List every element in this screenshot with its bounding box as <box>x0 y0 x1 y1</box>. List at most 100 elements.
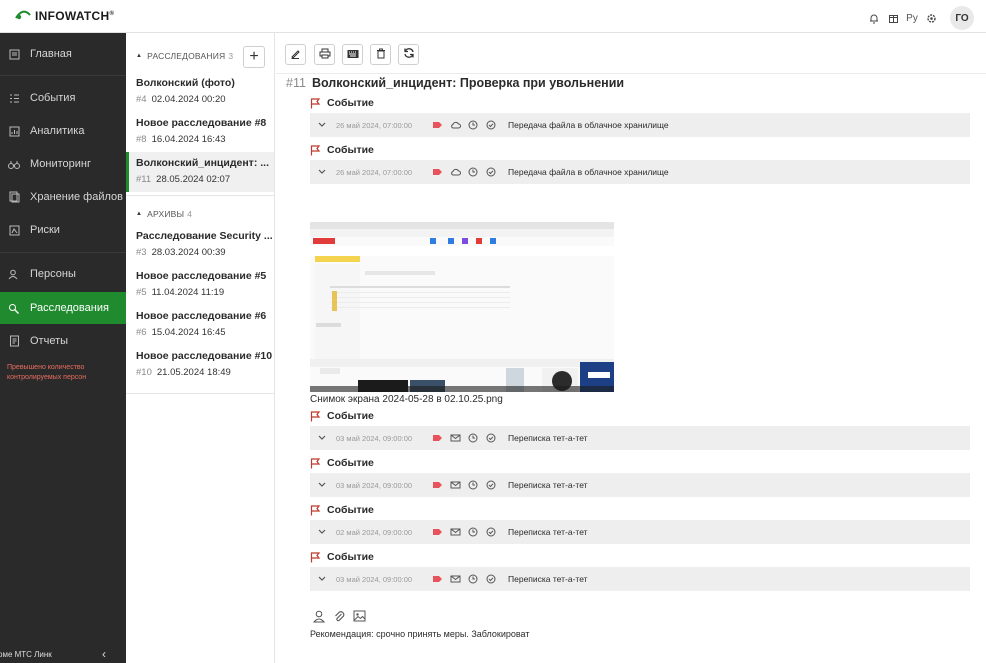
chevron-down-icon[interactable] <box>318 576 330 582</box>
check-circle-icon <box>482 572 500 586</box>
persons-limit-warning: Превышено количество контролируемых перс… <box>7 364 87 381</box>
collapse-triangle-icon: ▲ <box>136 211 143 217</box>
event-description: Переписка тет-а-тет <box>508 527 588 537</box>
event-row[interactable]: 03 май 2024, 09:00:00 Переписка тет-а-те… <box>310 473 970 497</box>
event-label: Событие <box>327 551 374 563</box>
event-date: 03 май 2024, 09:00:00 <box>336 480 413 490</box>
print-icon <box>319 46 331 64</box>
sidebar-item-investigations[interactable]: Расследования <box>0 292 126 324</box>
event-row[interactable]: 03 май 2024, 09:00:00 Переписка тет-а-те… <box>310 567 970 591</box>
mention-user-icon[interactable] <box>310 607 328 625</box>
investigation-title: Волконский (фото) <box>136 77 235 89</box>
section-title: РАССЛЕДОВАНИЯ <box>147 51 226 61</box>
event-heading: Событие <box>310 457 374 469</box>
detail-toolbar <box>276 33 986 74</box>
sidebar-item-home[interactable]: Главная <box>0 38 126 70</box>
investigation-date: 28.03.2024 00:39 <box>151 247 226 258</box>
comment-input[interactable]: Рекомендация: срочно принять меры. Забло… <box>310 629 529 639</box>
investigation-date: 11.04.2024 11:19 <box>151 287 225 298</box>
investigation-item-selected[interactable]: Волконский_инцидент: ... #11 28.05.2024 0… <box>126 152 274 192</box>
sidebar-item-risks[interactable]: Риски <box>0 214 126 246</box>
infowatch-logo[interactable]: INFOWATCH® <box>14 9 114 23</box>
attachment-caption[interactable]: Снимок экрана 2024-05-28 в 02.10.25.png <box>310 394 503 405</box>
archive-item[interactable]: Новое расследование #6 #6 15.04.2024 16:4… <box>126 305 274 345</box>
event-heading: Событие <box>310 504 374 516</box>
refresh-button[interactable] <box>398 44 419 65</box>
event-row[interactable]: 26 май 2024, 07:00:00 Передача файла в о… <box>310 160 970 184</box>
binoculars-icon <box>8 158 20 170</box>
investigation-date: 21.05.2024 18:49 <box>156 367 231 378</box>
cloud-icon <box>446 118 464 132</box>
event-date: 26 май 2024, 07:00:00 <box>336 120 413 130</box>
sidebar-item-label: Отчеты <box>30 335 69 347</box>
language-toggle[interactable]: Ру <box>903 8 921 28</box>
sidebar-item-label: Хранение файлов <box>30 191 123 203</box>
archives-section-header[interactable]: ▲ АРХИВЫ 4 <box>136 209 192 219</box>
investigation-title: Расследование Security ... <box>136 230 273 242</box>
sidebar-item-persons[interactable]: Персоны <box>0 258 126 290</box>
attachment-thumbnail[interactable] <box>310 198 614 392</box>
add-investigation-button[interactable]: + <box>243 46 265 68</box>
user-avatar[interactable]: ГО <box>950 6 974 30</box>
investigations-list-panel: ▲ РАССЛЕДОВАНИЯ 3 + Волконский (фото) #4… <box>126 33 275 663</box>
investigation-item[interactable]: Новое расследование #8 #8 16.04.2024 16:4… <box>126 112 274 152</box>
gear-icon[interactable] <box>922 8 940 28</box>
cube-icon[interactable] <box>884 8 902 28</box>
event-heading: Событие <box>310 551 374 563</box>
sidebar-item-reports[interactable]: Отчеты <box>0 325 126 357</box>
event-row[interactable]: 02 май 2024, 09:00:00 Переписка тет-а-те… <box>310 520 970 544</box>
sidebar-item-label: Аналитика <box>30 125 85 137</box>
investigations-section-header[interactable]: ▲ РАССЛЕДОВАНИЯ 3 <box>136 51 233 61</box>
chevron-left-icon[interactable]: ‹ <box>102 647 106 661</box>
sidebar-item-label: Расследования <box>30 302 109 314</box>
chevron-down-icon[interactable] <box>318 529 330 535</box>
event-heading: Событие <box>310 97 374 109</box>
archive-item[interactable]: Новое расследование #5 #5 11.04.2024 11:1… <box>126 265 274 305</box>
logo-text: INFOWATCH® <box>35 9 115 23</box>
sidebar-item-file-storage[interactable]: Хранение файлов <box>0 181 126 213</box>
chevron-down-icon[interactable] <box>318 169 330 175</box>
chevron-down-icon[interactable] <box>318 482 330 488</box>
mail-icon <box>446 572 464 586</box>
image-icon[interactable] <box>350 607 368 625</box>
delete-button[interactable] <box>370 44 391 65</box>
print-button[interactable] <box>314 44 335 65</box>
chevron-down-icon[interactable] <box>318 122 330 128</box>
paperclip-icon[interactable] <box>330 607 348 625</box>
sidebar-item-monitoring[interactable]: Мониторинг <box>0 148 126 180</box>
sidebar-item-label: События <box>30 92 76 104</box>
event-label: Событие <box>327 504 374 516</box>
event-row[interactable]: 03 май 2024, 09:00:00 Переписка тет-а-те… <box>310 426 970 450</box>
tag-icon <box>428 478 446 492</box>
archive-item[interactable]: Расследование Security ... #3 28.03.2024 … <box>126 225 274 265</box>
investigation-title: Новое расследование #6 <box>136 310 267 322</box>
investigation-title: Волконский_инцидент: ... <box>136 157 269 169</box>
investigation-title: Новое расследование #5 <box>136 270 267 282</box>
clock-icon <box>464 118 482 132</box>
bell-icon[interactable] <box>865 8 883 28</box>
flag-icon <box>310 457 321 469</box>
edit-button[interactable] <box>285 44 306 65</box>
investigation-number: #8 <box>136 134 147 145</box>
check-circle-icon <box>482 165 500 179</box>
home-icon <box>8 48 20 60</box>
investigation-date: 02.04.2024 00:20 <box>151 94 226 105</box>
check-circle-icon <box>482 118 500 132</box>
sidebar-item-analytics[interactable]: Аналитика <box>0 115 126 147</box>
investigation-number: #10 <box>136 367 152 378</box>
top-bar: INFOWATCH® Ру ГО <box>0 0 986 33</box>
chevron-down-icon[interactable] <box>318 435 330 441</box>
investigation-number: #5 <box>136 287 147 298</box>
archive-item[interactable]: Новое расследование #10 #10 21.05.2024 18… <box>126 345 274 385</box>
investigation-number: #6 <box>136 327 147 338</box>
sidebar-item-events[interactable]: События <box>0 82 126 114</box>
section-count: 4 <box>187 209 193 219</box>
investigation-date: 28.05.2024 02:07 <box>156 174 231 185</box>
section-count: 3 <box>228 51 234 61</box>
tag-icon <box>428 572 446 586</box>
event-row[interactable]: 26 май 2024, 07:00:00 Передача файла в о… <box>310 113 970 137</box>
investigation-item[interactable]: Волконский (фото) #4 02.04.2024 00:20 <box>126 72 274 112</box>
investigation-title-heading: #11 Волконский_инцидент: Проверка при уво… <box>286 76 624 90</box>
keyboard-button[interactable] <box>342 44 363 65</box>
cloud-icon <box>446 165 464 179</box>
